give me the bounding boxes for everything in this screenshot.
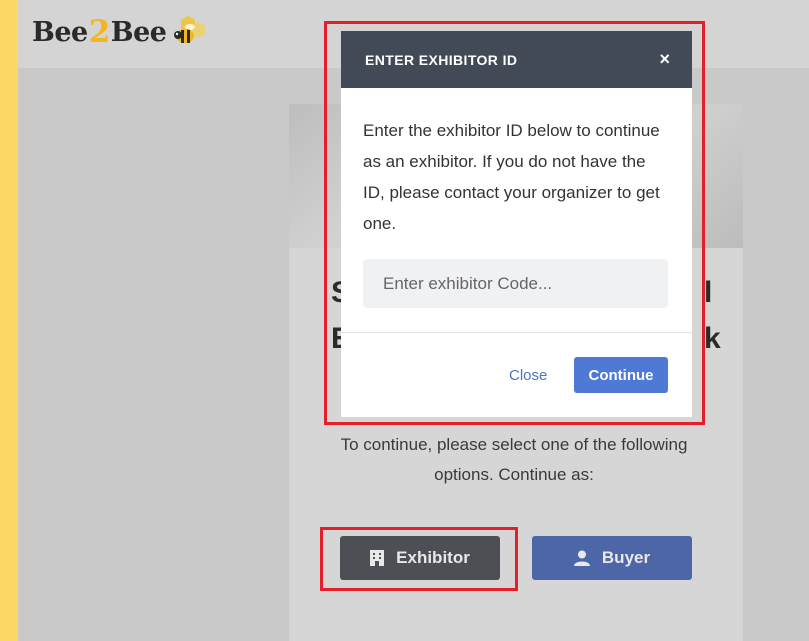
exhibitor-id-modal: ENTER EXHIBITOR ID × Enter the exhibitor… — [341, 31, 692, 417]
logo-text-bee: Bee — [32, 16, 88, 48]
buyer-button[interactable]: Buyer — [532, 536, 692, 580]
continue-button[interactable]: Continue — [574, 357, 668, 393]
bee-icon — [174, 16, 206, 43]
card-title-fragment: l — [704, 276, 713, 309]
logo-text-two: 2 — [88, 14, 111, 50]
continue-instructions: To continue, please select one of the fo… — [340, 435, 688, 484]
card-title-fragment: k — [704, 322, 721, 355]
logo-text-bee-2: Bee — [110, 16, 167, 48]
modal-close-link[interactable]: Close — [509, 367, 547, 384]
exhibitor-code-input[interactable] — [363, 259, 668, 308]
buyer-button-label: Buyer — [601, 548, 651, 567]
modal-body: Enter the exhibitor ID below to continue… — [341, 88, 692, 308]
modal-title: ENTER EXHIBITOR ID — [365, 51, 518, 68]
modal-message: Enter the exhibitor ID below to continue… — [363, 121, 660, 233]
highlight-box-exhibitor — [320, 527, 518, 591]
user-icon — [573, 550, 590, 566]
modal-header: ENTER EXHIBITOR ID × — [341, 31, 692, 88]
close-icon[interactable]: × — [659, 49, 670, 70]
modal-divider — [341, 332, 692, 333]
brand-logo[interactable]: Bee 2 Bee — [32, 12, 206, 52]
